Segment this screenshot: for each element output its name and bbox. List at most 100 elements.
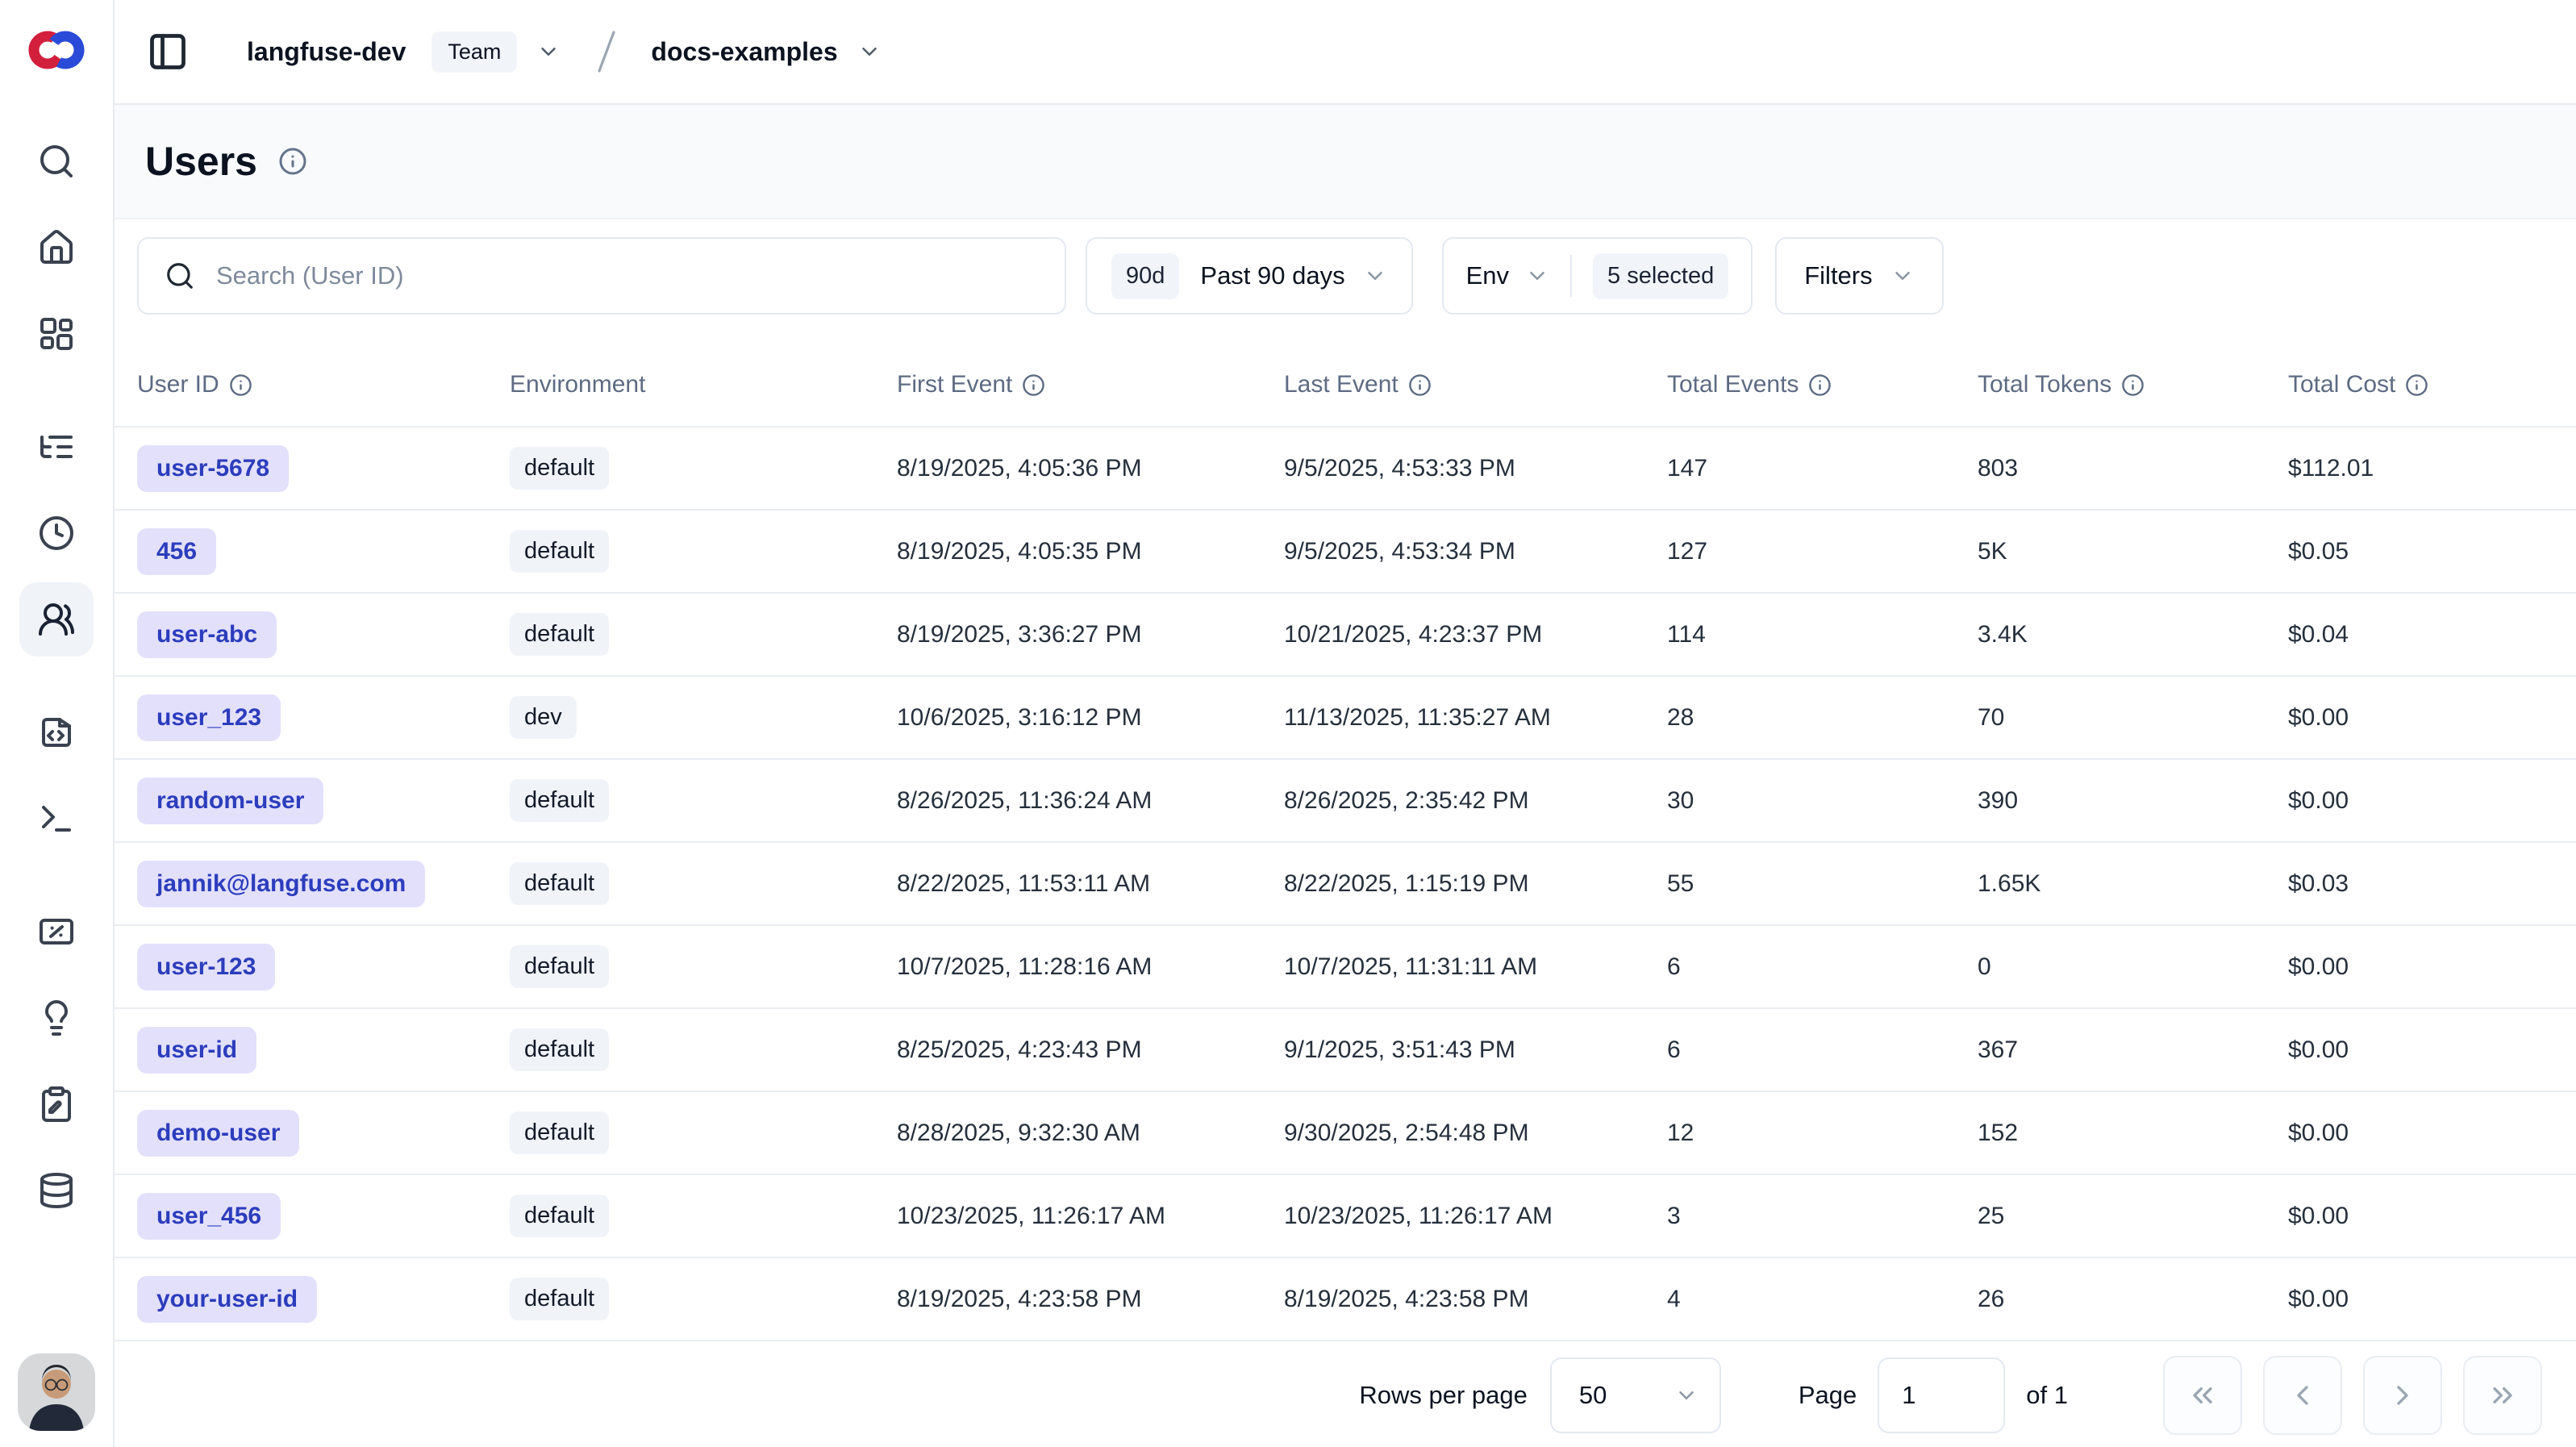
user-id-badge[interactable]: user_123 [137,694,281,741]
langfuse-logo[interactable] [24,23,89,77]
last-event-cell: 8/22/2025, 1:15:19 PM [1284,870,1667,898]
total-cost-value: $0.00 [2288,704,2349,731]
sidebar-item-prompts[interactable] [19,695,94,769]
org-name[interactable]: langfuse-dev [247,37,406,67]
user-id-badge[interactable]: demo-user [137,1110,299,1157]
total-tokens-value: 152 [1978,1120,2018,1146]
langfuse-logo-icon [25,23,88,77]
total-events-value: 12 [1667,1120,1694,1146]
table-row[interactable]: 456 default 8/19/2025, 4:05:35 PM 9/5/20… [115,511,2576,594]
first-event-cell: 8/22/2025, 11:53:11 AM [897,870,1284,898]
first-event-cell: 8/19/2025, 3:36:27 PM [897,621,1284,648]
last-event-value: 10/21/2025, 4:23:37 PM [1284,621,1542,648]
last-page-button[interactable] [2463,1356,2542,1435]
total-cost-value: $0.00 [2288,1120,2349,1146]
date-range-button[interactable]: 90d Past 90 days [1086,237,1413,315]
total-events-value: 6 [1667,1036,1681,1063]
user-id-badge[interactable]: random-user [137,778,323,824]
last-event-cell: 8/26/2025, 2:35:42 PM [1284,787,1667,815]
total-cost-value: $0.00 [2288,1036,2349,1063]
total-cost-value: $0.00 [2288,1286,2349,1312]
user-id-badge[interactable]: your-user-id [137,1276,317,1323]
environment-badge: default [510,862,609,905]
total-cost-cell: $0.00 [2288,953,2576,981]
user-id-badge[interactable]: user-abc [137,611,277,658]
user-avatar[interactable] [18,1353,95,1431]
info-icon[interactable] [1808,373,1832,397]
clipboard-pen-icon [37,1085,76,1124]
sidebar-item-datasets[interactable] [19,1153,94,1228]
first-page-button[interactable] [2163,1356,2242,1435]
table-row[interactable]: user-5678 default 8/19/2025, 4:05:36 PM … [115,427,2576,511]
last-event-value: 9/5/2025, 4:53:33 PM [1284,455,1515,482]
table-body: user-5678 default 8/19/2025, 4:05:36 PM … [115,427,2576,1341]
table-row[interactable]: user_123 dev 10/6/2025, 3:16:12 PM 11/13… [115,677,2576,760]
sidebar-item-annotation[interactable] [19,1067,94,1141]
column-header-total-cost: Total Cost [2288,371,2576,398]
total-cost-cell: $112.01 [2288,455,2576,482]
sidebar-item-sessions[interactable] [19,496,94,570]
search-input[interactable] [215,261,1065,291]
user-id-badge[interactable]: 456 [137,528,216,575]
user-id-badge[interactable]: user-id [137,1027,256,1074]
page-number-input[interactable] [1878,1357,2005,1433]
project-chevron-down-icon[interactable] [857,40,882,64]
filters-button[interactable]: Filters [1775,237,1943,315]
sidebar-item-playground[interactable] [19,782,94,856]
total-cost-cell: $0.03 [2288,870,2576,898]
table-row[interactable]: user_456 default 10/23/2025, 11:26:17 AM… [115,1175,2576,1258]
environment-filter-button[interactable]: Env 5 selected [1442,237,1753,315]
total-cost-value: $0.05 [2288,538,2349,565]
column-header-environment: Environment [510,371,897,398]
table-row[interactable]: demo-user default 8/28/2025, 9:32:30 AM … [115,1092,2576,1175]
total-events-value: 3 [1667,1203,1681,1229]
table-row[interactable]: random-user default 8/26/2025, 11:36:24 … [115,760,2576,843]
table-row[interactable]: jannik@langfuse.com default 8/22/2025, 1… [115,843,2576,926]
info-icon[interactable] [1408,373,1432,397]
sidebar-toggle-button[interactable] [145,29,190,74]
table-row[interactable]: your-user-id default 8/19/2025, 4:23:58 … [115,1258,2576,1341]
info-icon[interactable] [1022,373,1045,397]
sidebar-item-home[interactable] [19,211,94,285]
table-header: User ID Environment First Event Last Eve… [115,344,2576,427]
rows-per-page-select[interactable]: 50 [1550,1357,1721,1433]
column-label: Last Event [1284,371,1398,398]
sidebar-item-insights[interactable] [19,981,94,1055]
info-icon[interactable] [229,373,252,397]
total-cost-value: $112.01 [2288,455,2374,482]
sidebar-item-search[interactable] [19,124,94,198]
sidebar-item-tracing[interactable] [19,410,94,484]
sidebar-item-users[interactable] [19,582,94,657]
user-id-badge[interactable]: user_456 [137,1193,281,1240]
first-event-value: 10/7/2025, 11:28:16 AM [897,953,1152,980]
info-icon[interactable] [2121,373,2145,397]
next-page-button[interactable] [2363,1356,2442,1435]
total-tokens-value: 390 [1978,787,2018,814]
column-header-total-tokens: Total Tokens [1978,371,2288,398]
sidebar-item-evaluation[interactable] [19,894,94,969]
environment-badge: default [510,945,609,988]
total-tokens-value: 26 [1978,1286,2004,1312]
search-icon [165,261,195,291]
page-title-info-icon[interactable] [278,147,307,176]
column-header-first-event: First Event [897,371,1284,398]
environment-cell: default [510,613,897,656]
total-cost-cell: $0.00 [2288,704,2576,732]
org-chevron-down-icon[interactable] [536,40,561,64]
sidebar-item-dashboards[interactable] [19,297,94,371]
rows-per-page-value: 50 [1579,1381,1607,1410]
table-row[interactable]: user-id default 8/25/2025, 4:23:43 PM 9/… [115,1009,2576,1092]
last-event-value: 9/1/2025, 3:51:43 PM [1284,1036,1515,1063]
file-code-icon [37,713,76,752]
user-id-badge[interactable]: jannik@langfuse.com [137,861,425,907]
environment-badge: default [510,779,609,822]
last-event-cell: 9/5/2025, 4:53:34 PM [1284,538,1667,565]
environment-cell: default [510,945,897,988]
project-name[interactable]: docs-examples [651,37,837,67]
user-id-badge[interactable]: user-123 [137,944,275,990]
table-row[interactable]: user-abc default 8/19/2025, 3:36:27 PM 1… [115,594,2576,677]
info-icon[interactable] [2405,373,2428,397]
user-id-badge[interactable]: user-5678 [137,445,289,492]
table-row[interactable]: user-123 default 10/7/2025, 11:28:16 AM … [115,926,2576,1009]
previous-page-button[interactable] [2263,1356,2342,1435]
